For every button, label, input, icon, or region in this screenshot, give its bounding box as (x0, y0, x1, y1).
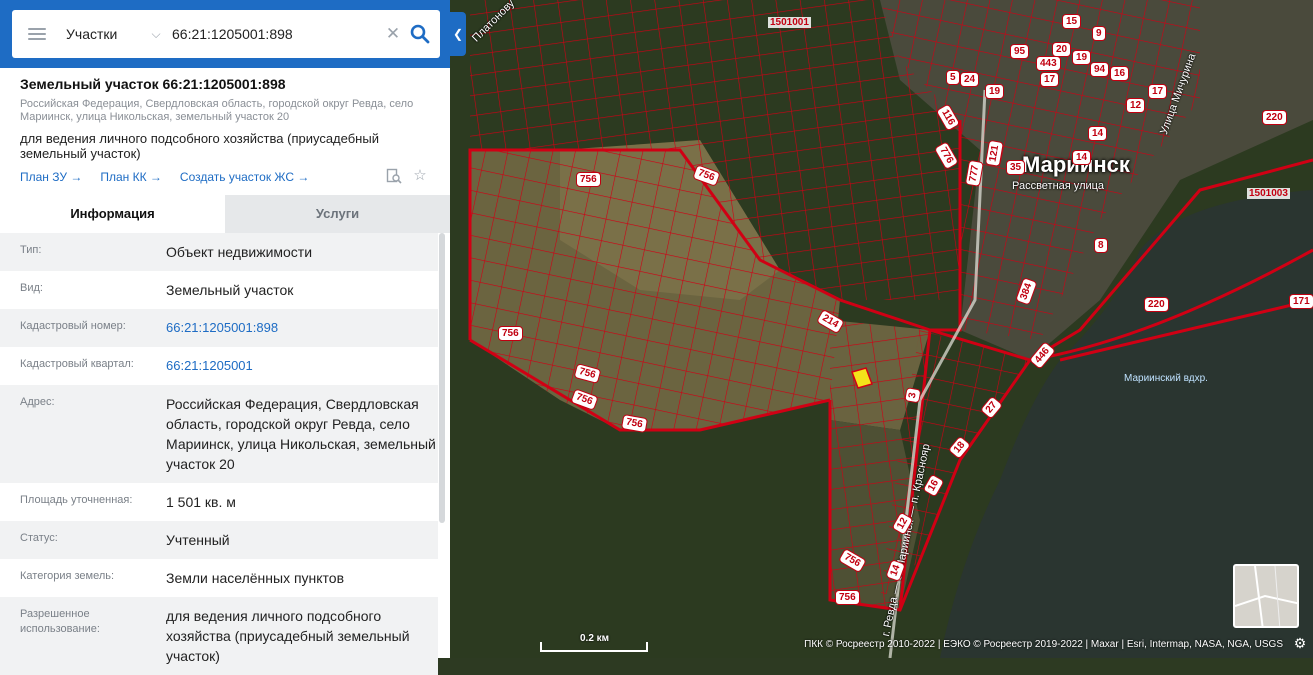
property-row: Статус: Учтенный (0, 521, 438, 559)
property-row: Площадь уточненная: 1 501 кв. м (0, 483, 438, 521)
property-value: Учтенный (166, 532, 230, 548)
parcel-label[interactable]: 5 (946, 70, 960, 85)
parcel-label[interactable]: 19 (985, 84, 1005, 99)
property-value: для ведения личного подсобного хозяйства… (166, 608, 410, 664)
property-row: Адрес: Российская Федерация, Свердловска… (0, 385, 438, 483)
parcel-label[interactable]: 756 (498, 326, 523, 341)
parcel-label[interactable]: 8 (1094, 238, 1108, 253)
parcel-label[interactable]: 94 (1090, 62, 1110, 77)
basemap-switcher[interactable] (1233, 564, 1299, 628)
parcel-label[interactable]: 443 (1036, 56, 1061, 71)
parcel-label[interactable]: 171 (1289, 294, 1313, 309)
cadastral-quarter-link[interactable]: 66:21:1205001 (166, 356, 436, 376)
property-key: Вид: (20, 282, 43, 294)
parcel-label[interactable]: 14 (1072, 150, 1092, 165)
scrollbar-thumb[interactable] (439, 233, 445, 523)
property-value: Объект недвижимости (166, 244, 313, 260)
object-title: Земельный участок 66:21:1205001:898 (20, 76, 286, 92)
tab-bar: Информация Услуги (0, 195, 450, 233)
property-key: Тип: (20, 244, 42, 256)
property-key: Адрес: (20, 396, 55, 408)
property-key: Разрешенное использование: (20, 608, 100, 635)
property-value: Российская Федерация, Свердловская облас… (166, 396, 436, 472)
property-row: Категория земель: Земли населённых пункт… (0, 559, 438, 597)
parcel-label[interactable]: 3 (904, 387, 922, 404)
property-row: Тип: Объект недвижимости (0, 233, 438, 271)
object-links: План ЗУ → План КК → Создать участок ЖС → (20, 170, 327, 184)
lake-label: Мариинский вдхр. (1124, 373, 1208, 384)
property-value: Земли населённых пунктов (166, 570, 345, 586)
property-key: Кадастровый квартал: (20, 358, 134, 370)
parcel-label[interactable]: 756 (835, 590, 860, 605)
plan-kk-link[interactable]: План КК → (100, 170, 162, 184)
object-permitted-use: для ведения личного подсобного хозяйства… (20, 131, 379, 161)
scrollbar[interactable] (438, 233, 446, 658)
parcel-label[interactable]: 17 (1148, 84, 1168, 99)
property-key: Категория земель: (20, 570, 115, 582)
star-icon[interactable]: ☆ (412, 168, 428, 184)
object-actions: ☆ (386, 168, 428, 184)
properties-list: Тип: Объект недвижимости Вид: Земельный … (0, 233, 438, 675)
property-key: Площадь уточненная: (20, 494, 133, 506)
property-row: Вид: Земельный участок (0, 271, 438, 309)
map-attribution: ПКК © Росреестр 2010-2022 | ЕЭКО © Росре… (804, 639, 1283, 650)
close-icon[interactable]: ✕ (384, 24, 402, 44)
chevron-down-icon[interactable]: ⌵ (146, 27, 166, 42)
parcel-label[interactable]: 16 (1110, 66, 1130, 81)
gear-icon[interactable]: ⚙ (1291, 634, 1309, 652)
search-type-select[interactable]: Участки (66, 26, 146, 42)
parcel-label[interactable]: 35 (1006, 160, 1026, 175)
parcel-label[interactable]: 15 (1062, 14, 1082, 29)
search-header: Участки ⌵ ✕ (0, 0, 450, 68)
parcel-label[interactable]: 24 (960, 72, 980, 87)
parcel-label[interactable]: 14 (1088, 126, 1108, 141)
collapse-panel-button[interactable]: ❮ (450, 12, 466, 56)
menu-icon[interactable] (28, 28, 46, 40)
document-search-icon[interactable] (386, 168, 402, 184)
property-key: Кадастровый номер: (20, 320, 126, 332)
parcel-label[interactable]: 95 (1010, 44, 1030, 59)
parcel-label[interactable]: 19 (1072, 50, 1092, 65)
cadastral-number-link[interactable]: 66:21:1205001:898 (166, 318, 436, 338)
parcel-label[interactable]: 9 (1092, 26, 1106, 41)
parcel-label[interactable]: 220 (1262, 110, 1287, 125)
parcel-label[interactable]: 756 (576, 172, 601, 187)
quarter-label: 1501001 (768, 17, 811, 28)
sidebar-panel: Участки ⌵ ✕ Земельный участок 66:21:1205… (0, 0, 450, 675)
quarter-label: 1501003 (1247, 188, 1290, 199)
parcel-label[interactable]: 17 (1040, 72, 1060, 87)
object-address: Российская Федерация, Свердловская облас… (20, 98, 414, 123)
property-value: Земельный участок (166, 282, 294, 298)
plan-zu-link[interactable]: План ЗУ → (20, 170, 82, 184)
street-label: Рассветная улица (1012, 180, 1105, 192)
search-box: Участки ⌵ ✕ (12, 10, 440, 58)
parcel-label[interactable]: 12 (1126, 98, 1146, 113)
search-icon[interactable] (410, 24, 430, 44)
property-value: 1 501 кв. м (166, 494, 236, 510)
property-key: Статус: (20, 532, 58, 544)
tab-services[interactable]: Услуги (225, 195, 450, 233)
tab-info[interactable]: Информация (0, 195, 225, 233)
parcel-label[interactable]: 20 (1052, 42, 1072, 57)
search-input[interactable] (172, 26, 372, 42)
scale-label: 0.2 км (580, 633, 610, 644)
property-row: Кадастровый номер: 66:21:1205001:898 (0, 309, 438, 347)
create-parcel-link[interactable]: Создать участок ЖС → (180, 170, 309, 184)
property-row: Разрешенное использование: для ведения л… (0, 597, 438, 675)
property-row: Кадастровый квартал: 66:21:1205001 (0, 347, 438, 385)
parcel-label[interactable]: 220 (1144, 297, 1169, 312)
